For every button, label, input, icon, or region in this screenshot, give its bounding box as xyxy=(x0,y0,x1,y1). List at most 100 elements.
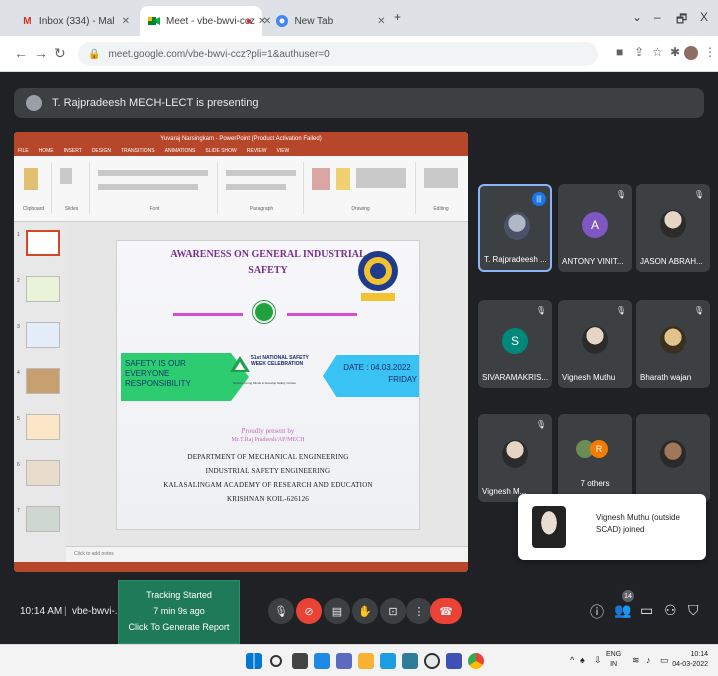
slide-thumbnail[interactable] xyxy=(26,276,60,302)
app-icon[interactable] xyxy=(424,653,440,669)
wifi-icon[interactable]: ≋ xyxy=(632,655,640,666)
activities-icon[interactable]: ⚇ xyxy=(664,602,677,619)
taskbar-clock[interactable]: 10:14 04-03-2022 xyxy=(672,650,708,670)
participant-avatar: A xyxy=(582,212,608,238)
tray-chevron-icon[interactable]: ^ xyxy=(570,655,574,665)
extensions-icon[interactable]: ✱ xyxy=(670,45,680,59)
slide-thumbnail[interactable] xyxy=(26,460,60,486)
minimize-button[interactable]: – xyxy=(654,10,661,24)
close-icon[interactable]: ✕ xyxy=(377,16,385,27)
close-icon[interactable]: ✕ xyxy=(122,16,130,27)
notes-pane[interactable]: Click to add notes xyxy=(66,546,468,562)
participant-tile[interactable]: 🎙 Vignesh Muthu xyxy=(558,300,632,388)
participant-tile[interactable]: 🎙 Bharath wajan xyxy=(636,300,710,388)
bookmark-star-icon[interactable]: ☆ xyxy=(652,45,663,59)
mic-off-icon: 🎙 xyxy=(693,190,704,199)
participant-name: 7 others xyxy=(580,479,610,488)
participant-tile[interactable]: ||| T. Rajpradeesh ... xyxy=(478,184,552,272)
tray-app-icon[interactable]: ♠ xyxy=(580,655,585,665)
ppt-menu-item: FILE xyxy=(18,148,29,154)
forward-icon[interactable]: → xyxy=(34,45,48,61)
chat-app-icon[interactable] xyxy=(336,653,352,669)
profile-avatar[interactable] xyxy=(684,46,698,60)
tracking-duration: 7 min 9s ago xyxy=(153,606,205,616)
volume-icon[interactable]: ♪ xyxy=(646,655,651,665)
presented-by-label: Proudly present by xyxy=(241,427,295,435)
participant-name: T. Rajpradeesh ... xyxy=(484,255,547,264)
widgets-icon[interactable] xyxy=(314,653,330,669)
browser-tab-bar: M Inbox (334) - Malarjeha@thanalir ✕ Mee… xyxy=(0,0,718,36)
meeting-code: vbe-bwvi-... xyxy=(72,606,124,617)
task-view-icon[interactable] xyxy=(292,653,308,669)
participant-tile[interactable]: 🎙 JASON ABRAH... xyxy=(636,184,710,272)
address-input[interactable]: 🔒 meet.google.com/vbe-bwvi-ccz?pli=1&aut… xyxy=(78,42,598,66)
tracking-panel[interactable]: Tracking Started 7 min 9s ago Click To G… xyxy=(118,580,240,644)
present-button[interactable]: ⊡ xyxy=(380,598,406,624)
captions-button[interactable]: ▤ xyxy=(324,598,350,624)
info-icon[interactable]: ⓘ xyxy=(590,602,604,622)
slide-thumbnail[interactable] xyxy=(26,368,60,394)
ppt-menu-item: HOME xyxy=(38,148,54,154)
host-controls-icon[interactable]: ⛉ xyxy=(688,602,699,619)
slide-thumbnail[interactable] xyxy=(26,322,60,348)
battery-icon[interactable]: ▭ xyxy=(660,655,669,666)
slide-thumbnail[interactable] xyxy=(26,414,60,440)
raise-hand-button[interactable]: ✋ xyxy=(352,598,378,624)
participant-tile[interactable]: 🎙 Vignesh M... xyxy=(478,414,552,502)
join-message: Vignesh Muthu (outside SCAD) joined xyxy=(596,513,680,534)
tab-label: New Tab xyxy=(294,15,334,27)
leave-call-button[interactable]: ☎ xyxy=(430,598,462,624)
chat-icon[interactable]: ▭ xyxy=(640,602,653,619)
chrome-taskbar-icon[interactable] xyxy=(468,653,484,669)
tab-gmail[interactable]: M Inbox (334) - Malarjeha@thanalir ✕ xyxy=(14,6,138,36)
ppt-menu-item: VIEW xyxy=(276,148,290,154)
camera-off-button[interactable]: ⊘ xyxy=(296,598,322,624)
address-toolbar: ← → ↻ 🔒 meet.google.com/vbe-bwvi-ccz?pli… xyxy=(0,36,718,72)
tray-usb-icon[interactable]: ⇩ xyxy=(594,655,602,666)
safety-cross-icon xyxy=(253,301,275,323)
ppt-title-bar: Yuvaraj Narsingkam - PowerPoint (Product… xyxy=(14,132,468,146)
tab-search-icon[interactable]: ⌄ xyxy=(632,10,642,24)
back-icon[interactable]: ← xyxy=(14,45,28,61)
edge-icon[interactable] xyxy=(380,653,396,669)
participant-name: ANTONY VINIT... xyxy=(562,257,624,266)
participant-tile[interactable] xyxy=(636,414,710,502)
ppt-status-bar xyxy=(14,562,468,572)
people-icon[interactable]: 👥 xyxy=(614,602,631,619)
share-icon[interactable]: ⇪ xyxy=(634,45,644,59)
mic-off-icon: 🎙 xyxy=(693,306,704,315)
windows-start-icon[interactable] xyxy=(246,653,262,669)
participant-tile-others[interactable]: R 7 others xyxy=(558,414,632,502)
tab-newtab[interactable]: ● ✕ New Tab ✕ xyxy=(238,6,388,36)
slide-thumbnail[interactable] xyxy=(26,506,60,532)
menu-kebab-icon[interactable]: ⋮ xyxy=(704,45,716,59)
app-icon[interactable] xyxy=(446,653,462,669)
gmail-icon: M xyxy=(23,15,32,27)
participant-tile[interactable]: 🎙 S SIVARAMAKRIS... xyxy=(478,300,552,388)
camera-indicator-icon[interactable]: ■ xyxy=(616,45,623,59)
join-notification: Vignesh Muthu (outside SCAD) joined xyxy=(518,494,706,560)
slide-thumbnail[interactable] xyxy=(26,230,60,256)
divider-right xyxy=(287,313,357,316)
more-options-button[interactable]: ⋮ xyxy=(406,598,432,624)
file-explorer-icon[interactable] xyxy=(358,653,374,669)
generate-report-link[interactable]: Click To Generate Report xyxy=(119,619,239,635)
tracking-status: Tracking Started xyxy=(146,590,212,600)
close-window-button[interactable]: X xyxy=(700,10,708,24)
close-icon[interactable]: ✕ xyxy=(258,16,266,27)
nsw-caption: 51st NATIONAL SAFETY WEEK CELEBRATION xyxy=(251,355,309,367)
recording-dot-icon: ● xyxy=(246,15,253,27)
language-indicator[interactable]: ENG IN xyxy=(606,650,621,670)
restore-button[interactable]: 🗗 xyxy=(676,10,687,31)
participant-tile[interactable]: 🎙 A ANTONY VINIT... xyxy=(558,184,632,272)
store-icon[interactable] xyxy=(402,653,418,669)
reload-icon[interactable]: ↻ xyxy=(54,45,66,62)
slide-day: FRIDAY xyxy=(388,375,417,384)
new-tab-button[interactable]: + xyxy=(394,10,401,24)
current-slide: AWARENESS ON GENERAL INDUSTRIAL SAFETY S… xyxy=(116,240,420,530)
shared-screen[interactable]: Yuvaraj Narsingkam - PowerPoint (Product… xyxy=(14,132,468,572)
search-icon[interactable] xyxy=(270,655,282,667)
mic-button[interactable]: 🎙 xyxy=(268,598,294,624)
ribbon-group-slides: Slides xyxy=(54,162,90,214)
meeting-controls: 10:14 AM | vbe-bwvi-... Tracking Started… xyxy=(0,580,718,644)
